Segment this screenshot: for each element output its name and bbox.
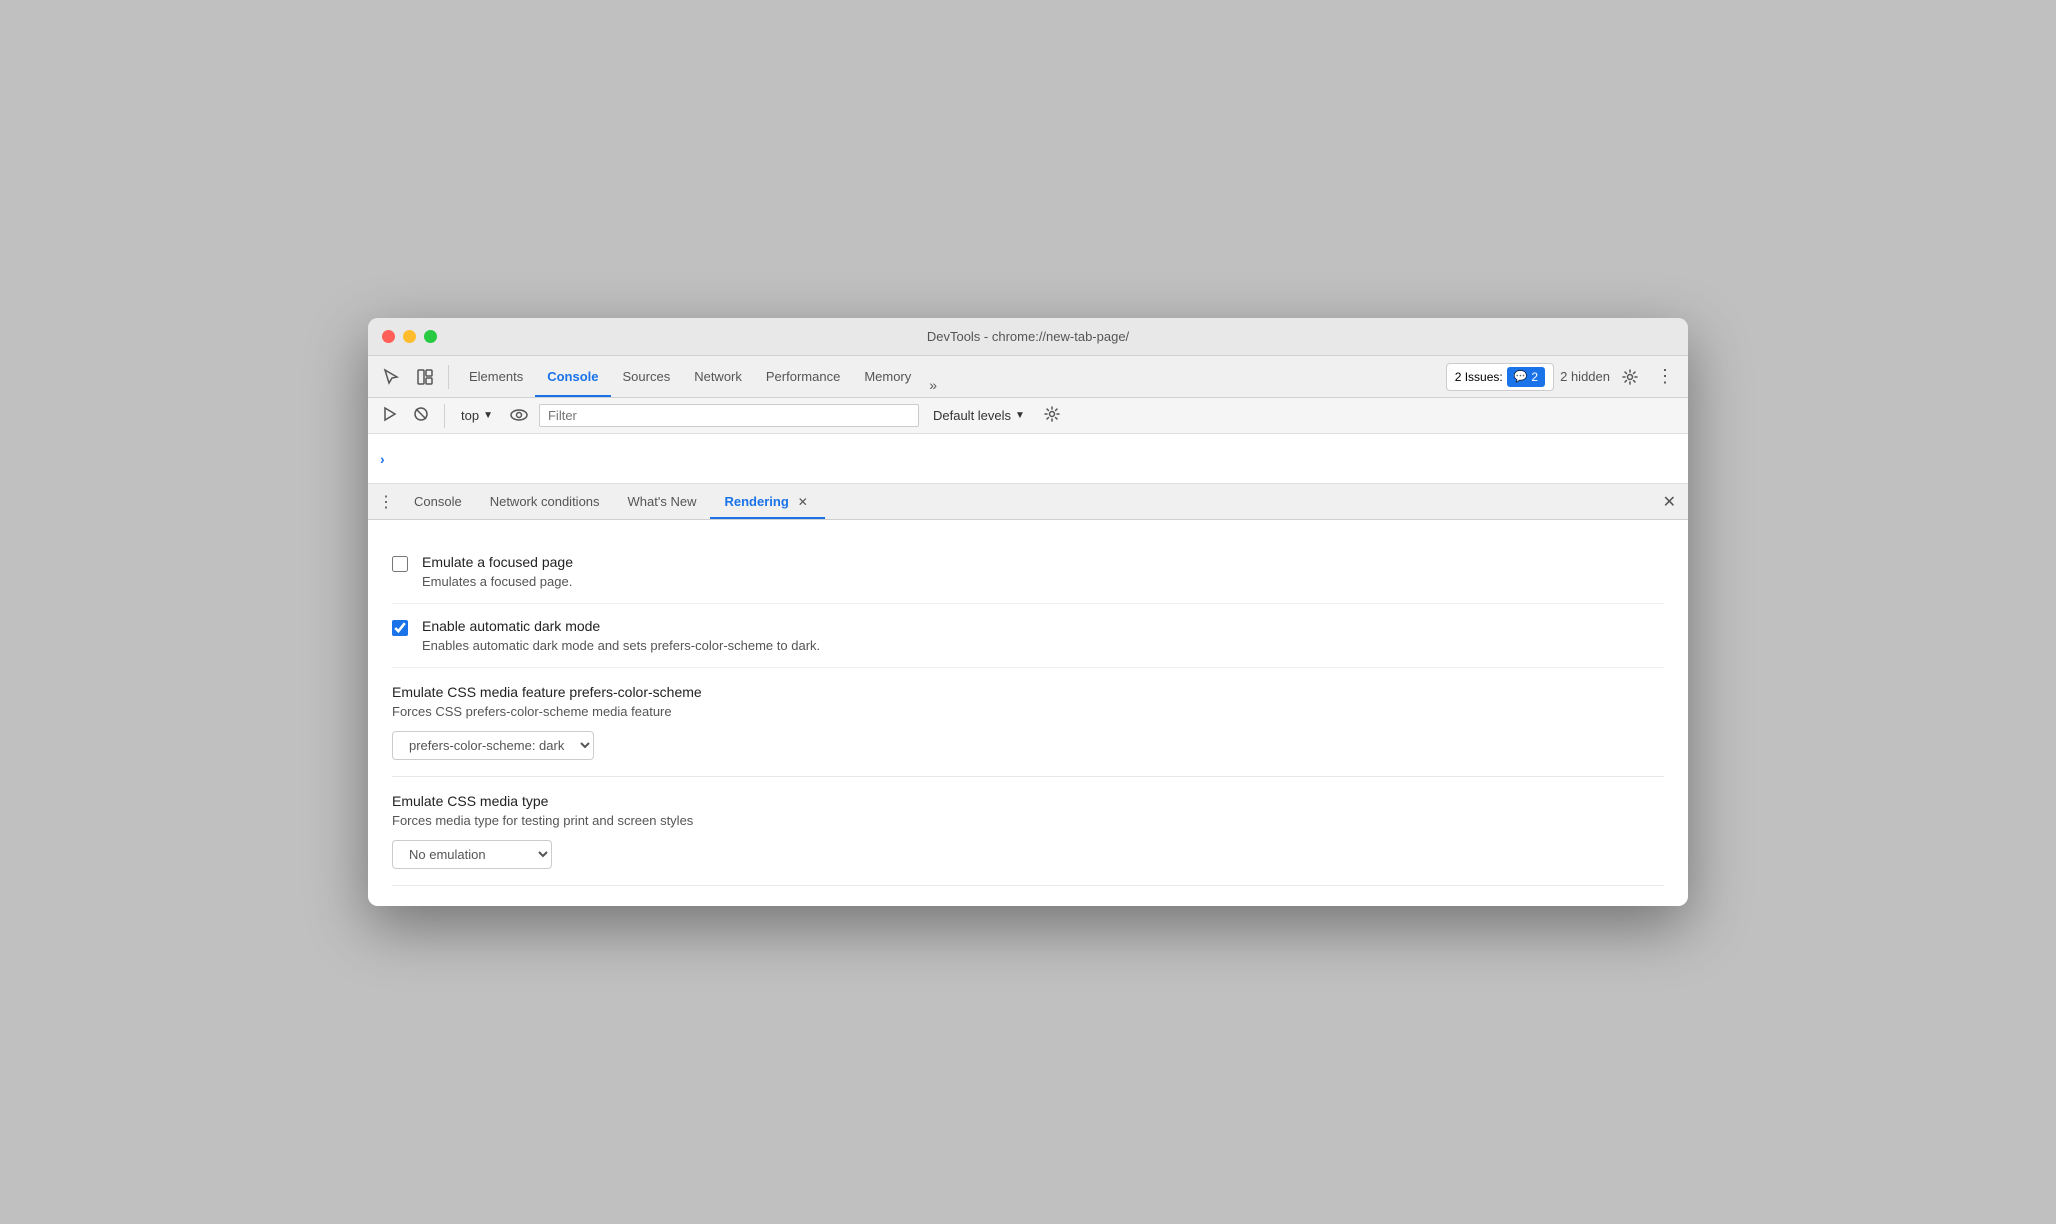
tab-elements[interactable]: Elements: [457, 356, 535, 397]
cursor-tool-button[interactable]: [376, 364, 406, 390]
close-button[interactable]: [382, 330, 395, 343]
bottom-tab-rendering[interactable]: Rendering ✕: [710, 484, 824, 519]
eye-icon: [510, 409, 528, 421]
cursor-icon: [382, 368, 400, 386]
auto-dark-mode-text: Enable automatic dark mode Enables autom…: [422, 618, 820, 653]
emulate-focused-text: Emulate a focused page Emulates a focuse…: [422, 554, 573, 589]
block-icon-button[interactable]: [408, 403, 434, 428]
issues-label: 2 Issues:: [1455, 370, 1503, 384]
gear-icon: [1622, 369, 1638, 385]
main-toolbar: Elements Console Sources Network Perform…: [368, 356, 1688, 398]
toolbar-right: 2 Issues: 💬 2 2 hidden ⋮: [1446, 362, 1680, 391]
hidden-count: 2 hidden: [1560, 369, 1610, 384]
titlebar: DevTools - chrome://new-tab-page/: [368, 318, 1688, 356]
console-divider: [444, 404, 445, 428]
settings-button[interactable]: [1616, 365, 1644, 389]
css-media-type-title: Emulate CSS media type: [392, 793, 1664, 809]
bottom-tabs-bar: ⋮ Console Network conditions What's New …: [368, 484, 1688, 520]
tab-network[interactable]: Network: [682, 356, 754, 397]
filter-input[interactable]: [539, 404, 919, 427]
context-label: top: [461, 408, 479, 423]
levels-button[interactable]: Default levels ▼: [925, 405, 1033, 426]
tab-list: Elements Console Sources Network Perform…: [457, 356, 1442, 397]
levels-chevron-icon: ▼: [1015, 410, 1025, 421]
auto-dark-mode-setting: Enable automatic dark mode Enables autom…: [392, 604, 1664, 668]
emulate-focused-setting: Emulate a focused page Emulates a focuse…: [392, 540, 1664, 604]
console-prompt[interactable]: ›: [380, 451, 385, 467]
traffic-lights: [382, 330, 437, 343]
tab-memory[interactable]: Memory: [852, 356, 923, 397]
inspect-icon: [416, 368, 434, 386]
block-icon: [413, 406, 429, 422]
rendering-panel: Emulate a focused page Emulates a focuse…: [368, 520, 1688, 906]
close-rendering-tab-button[interactable]: ✕: [795, 494, 811, 510]
auto-dark-mode-title: Enable automatic dark mode: [422, 618, 820, 634]
issues-badge: 💬 2: [1507, 367, 1545, 387]
console-gear-icon: [1044, 406, 1060, 422]
emulate-focused-desc: Emulates a focused page.: [422, 574, 573, 589]
css-color-scheme-dropdown[interactable]: prefers-color-scheme: dark No emulation …: [392, 731, 594, 760]
tab-performance[interactable]: Performance: [754, 356, 852, 397]
emulate-focused-title: Emulate a focused page: [422, 554, 573, 570]
css-media-type-desc: Forces media type for testing print and …: [392, 813, 1664, 828]
bottom-tab-whats-new[interactable]: What's New: [614, 484, 711, 519]
console-settings-button[interactable]: [1039, 403, 1065, 428]
more-tabs-button[interactable]: »: [923, 373, 943, 397]
css-color-scheme-desc: Forces CSS prefers-color-scheme media fe…: [392, 704, 1664, 719]
css-media-type-section: Emulate CSS media type Forces media type…: [392, 777, 1664, 886]
emulate-focused-checkbox[interactable]: [392, 556, 408, 572]
bottom-tab-console[interactable]: Console: [400, 484, 476, 519]
console-toolbar: top ▼ Default levels ▼: [368, 398, 1688, 434]
auto-dark-mode-checkbox[interactable]: [392, 620, 408, 636]
chevron-down-icon: ▼: [483, 410, 493, 421]
css-color-scheme-section: Emulate CSS media feature prefers-color-…: [392, 668, 1664, 777]
window-title: DevTools - chrome://new-tab-page/: [927, 329, 1129, 344]
play-icon: [381, 406, 397, 422]
context-selector[interactable]: top ▼: [455, 406, 499, 425]
css-color-scheme-title: Emulate CSS media feature prefers-color-…: [392, 684, 1664, 700]
close-panel-button[interactable]: ✕: [1655, 488, 1684, 516]
auto-dark-mode-desc: Enables automatic dark mode and sets pre…: [422, 638, 820, 653]
tab-console[interactable]: Console: [535, 356, 610, 397]
panel-content-area: Emulate a focused page Emulates a focuse…: [368, 520, 1688, 906]
issues-button[interactable]: 2 Issues: 💬 2: [1446, 363, 1554, 391]
more-options-button[interactable]: ⋮: [1650, 362, 1680, 391]
tab-sources[interactable]: Sources: [611, 356, 683, 397]
console-area[interactable]: ›: [368, 434, 1688, 484]
css-media-type-dropdown[interactable]: No emulation print screen: [392, 840, 552, 869]
eye-icon-button[interactable]: [505, 405, 533, 427]
bottom-tab-network-conditions[interactable]: Network conditions: [476, 484, 614, 519]
devtools-window: DevTools - chrome://new-tab-page/ Elemen…: [368, 318, 1688, 906]
inspect-button[interactable]: [410, 364, 440, 390]
clear-console-button[interactable]: [376, 403, 402, 428]
bottom-tabs-more-button[interactable]: ⋮: [372, 488, 400, 516]
maximize-button[interactable]: [424, 330, 437, 343]
toolbar-divider: [448, 365, 449, 389]
more-icon: ⋮: [1656, 366, 1674, 387]
minimize-button[interactable]: [403, 330, 416, 343]
